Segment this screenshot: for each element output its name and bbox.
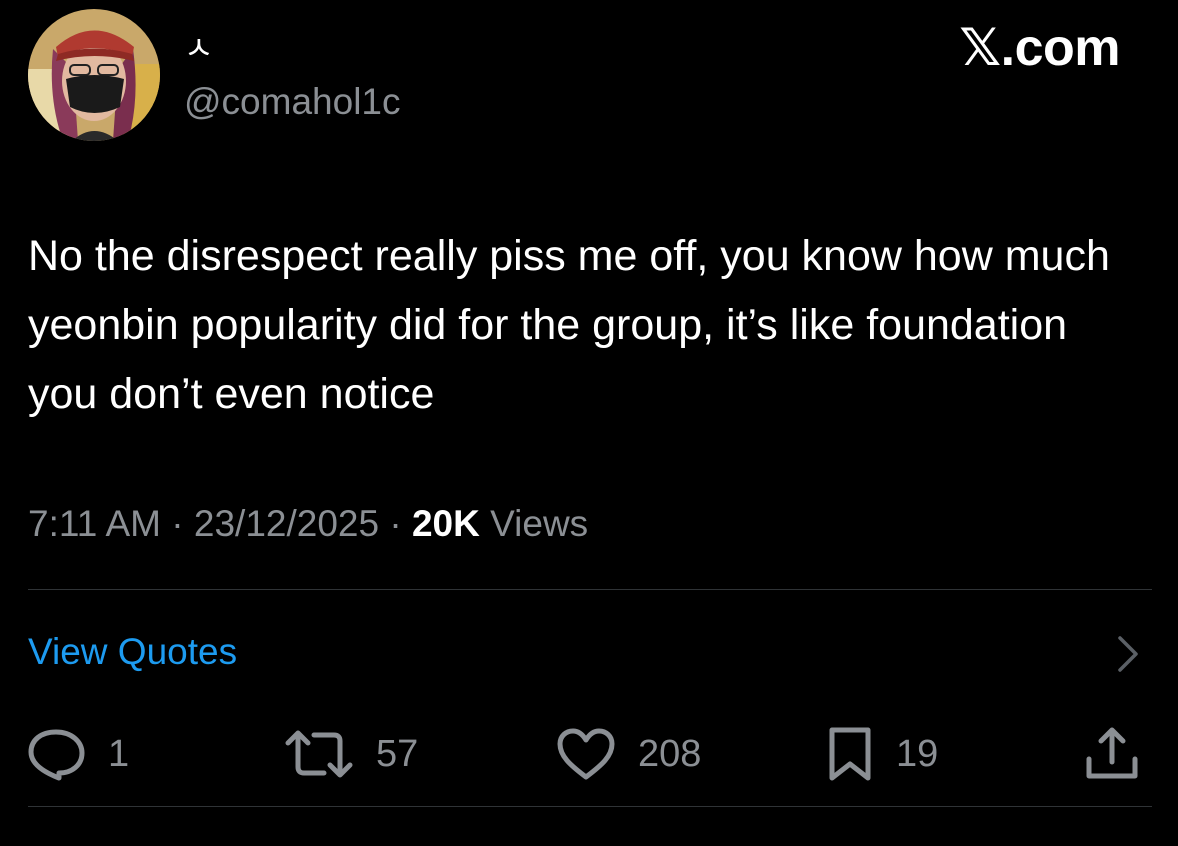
share-icon — [1086, 727, 1138, 779]
avatar-image — [28, 9, 160, 141]
brand-suffix: .com — [1000, 19, 1121, 77]
heart-icon — [557, 728, 615, 780]
reply-count: 1 — [108, 733, 130, 775]
like-count: 208 — [638, 733, 702, 775]
display-name[interactable]: ㅅ — [184, 32, 213, 64]
reply-icon — [28, 729, 85, 781]
retweet-button[interactable]: 57 — [284, 726, 418, 782]
x-logo-icon: 𝕏 — [959, 18, 1001, 78]
divider — [28, 806, 1152, 807]
bookmark-button[interactable]: 19 — [826, 726, 938, 782]
retweet-icon — [285, 730, 353, 778]
avatar[interactable] — [28, 9, 160, 141]
user-handle[interactable]: @comahol1c — [184, 81, 401, 123]
view-quotes-link[interactable]: View Quotes — [28, 631, 237, 673]
meta-separator: · — [171, 503, 184, 544]
meta-separator: · — [389, 503, 402, 544]
bookmark-count: 19 — [896, 733, 939, 775]
views-count: 20K — [411, 503, 480, 544]
brand-logo: 𝕏.com — [959, 22, 1120, 74]
divider — [28, 589, 1152, 590]
bookmark-icon — [829, 727, 871, 781]
chevron-right-icon[interactable] — [1114, 634, 1142, 674]
retweet-count: 57 — [376, 733, 419, 775]
tweet-date[interactable]: 23/12/2025 — [194, 503, 379, 544]
like-button[interactable]: 208 — [556, 726, 701, 782]
tweet-meta: 7:11 AM · 23/12/2025 · 20K Views — [28, 503, 589, 545]
reply-button[interactable]: 1 — [26, 726, 129, 782]
tweet-time[interactable]: 7:11 AM — [28, 503, 161, 544]
share-button[interactable] — [1084, 726, 1140, 782]
views-label: Views — [490, 503, 589, 544]
tweet-text: No the disrespect really piss me off, yo… — [28, 232, 1110, 418]
